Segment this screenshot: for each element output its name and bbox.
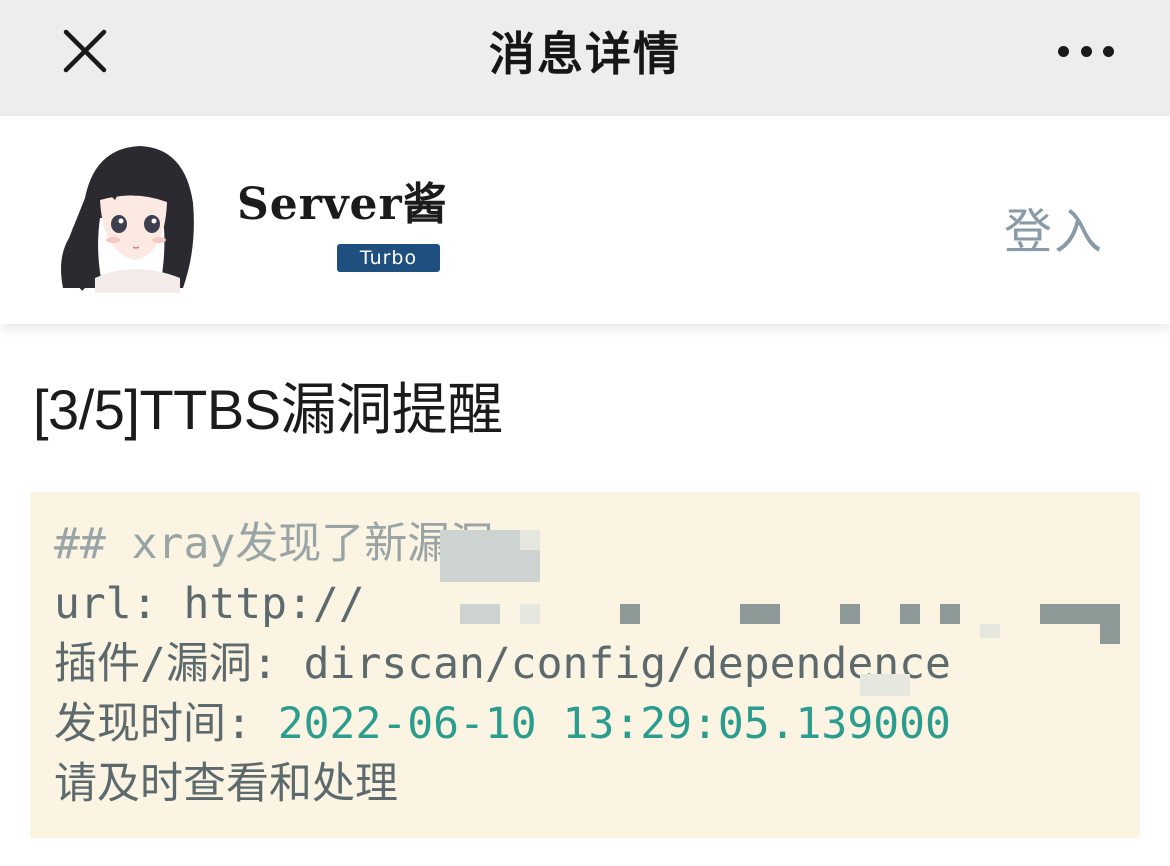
redaction-block [620, 604, 640, 624]
turbo-badge: Turbo [337, 244, 440, 272]
sender-profile: Server酱 Turbo 登入 [0, 116, 1170, 324]
redaction-block [460, 604, 500, 624]
redaction-block [740, 604, 780, 624]
login-link[interactable]: 登入 [1004, 192, 1104, 262]
body-action: 请及时查看和处理 [54, 759, 398, 809]
more-dots-icon[interactable] [1058, 36, 1114, 66]
redaction-block [1100, 624, 1120, 644]
redaction-block [860, 674, 910, 696]
redaction-block [520, 530, 540, 550]
avatar[interactable] [55, 138, 205, 293]
message-body: ## xray发现了新漏洞 url: http:// 插件/漏洞: dirsca… [30, 492, 1140, 838]
body-plugin: 插件/漏洞: dirscan/config/dependence [54, 639, 951, 689]
redaction-block [980, 624, 1000, 638]
body-heading: ## xray发现了新漏洞 [54, 519, 494, 569]
page-title: 消息详情 [489, 27, 681, 81]
message-title: [3/5]TTBS漏洞提醒 [33, 378, 503, 441]
navbar: 消息详情 [0, 0, 1170, 116]
redaction-block [840, 604, 860, 624]
body-url: url: http:// [54, 579, 365, 629]
time-value: 2022-06-10 13:29:05.139000 [277, 699, 951, 749]
redaction-block [1040, 604, 1120, 624]
redaction-block [900, 604, 920, 624]
redaction-block [520, 604, 540, 624]
redaction-block [940, 604, 960, 624]
close-icon[interactable] [56, 22, 116, 82]
sender-name: Server酱 [237, 179, 448, 230]
body-time: 发现时间: 2022-06-10 13:29:05.139000 [54, 699, 951, 749]
